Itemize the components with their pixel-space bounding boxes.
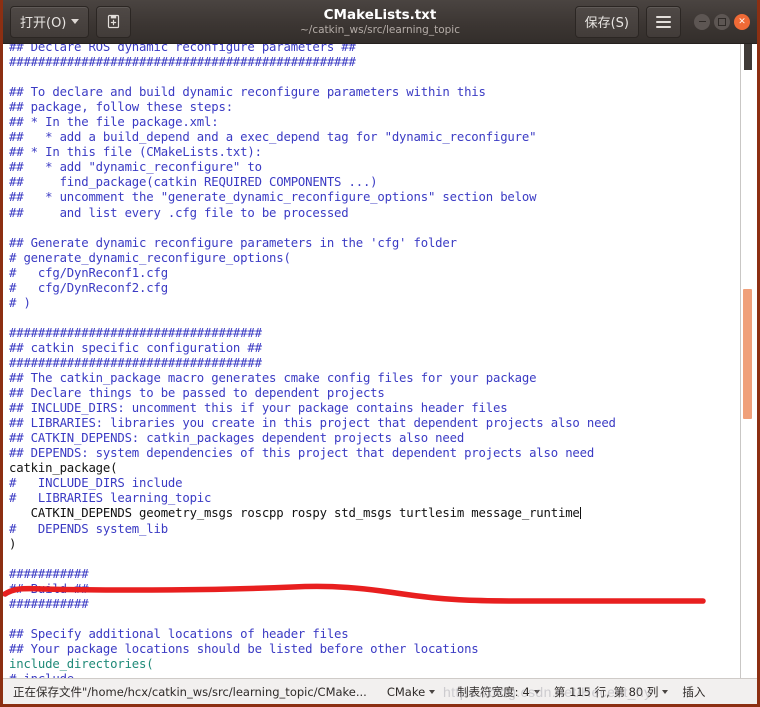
cursor-position-label: 第 115 行, 第 80 列 — [553, 684, 659, 699]
code-line: # DEPENDS system_lib — [9, 521, 168, 536]
save-button-label: 保存(S) — [584, 16, 629, 31]
statusbar: 正在保存文件"/home/hcx/catkin_ws/src/learning_… — [3, 678, 757, 704]
maximize-button[interactable] — [714, 13, 730, 30]
chevron-down-icon — [71, 19, 80, 24]
titlebar: 打开(O) CMakeLists.txt ~/catkin_ws/src/lea… — [3, 0, 757, 44]
scrollbar-thumb[interactable] — [743, 289, 752, 419]
code-line: # INCLUDE_DIRS include — [9, 476, 183, 491]
tab-width-label: 制表符宽度: — [457, 684, 519, 699]
gedit-window: 打开(O) CMakeLists.txt ~/catkin_ws/src/lea… — [0, 0, 760, 707]
main-menu-button[interactable] — [646, 5, 681, 38]
chevron-down-icon — [662, 689, 669, 694]
tab-width-selector[interactable]: 制表符宽度: 4 — [457, 684, 540, 700]
text-cursor — [579, 507, 581, 520]
code-line: ## and list every .cfg file to be proces… — [9, 205, 349, 220]
code-line: ## * In this file (CMakeLists.txt): — [9, 145, 262, 160]
titlebar-right-group: 保存(S) ✕ — [574, 5, 750, 38]
scrollbar-track-top — [744, 44, 752, 70]
file-path-subtitle: ~/catkin_ws/src/learning_topic — [299, 23, 460, 36]
insert-mode-label: 插入 — [682, 684, 706, 699]
code-line: ########### — [9, 566, 89, 581]
code-line: ## * uncomment the "generate_dynamic_rec… — [9, 190, 537, 205]
language-label: CMake — [386, 684, 426, 699]
code-line: ## * add "dynamic_reconfigure" to — [9, 160, 262, 175]
code-line: ########### — [9, 596, 89, 611]
titlebar-left-group: 打开(O) — [10, 5, 132, 38]
code-line: catkin_package( — [9, 461, 118, 476]
code-line: ## The catkin_package macro generates cm… — [9, 371, 537, 386]
code-line: ## LIBRARIES: libraries you create in th… — [9, 416, 616, 431]
code-line: ) — [9, 536, 17, 551]
code-line: ################################### — [9, 355, 262, 370]
hamburger-menu-icon — [656, 15, 671, 28]
chevron-down-icon — [429, 689, 436, 694]
code-line: ## Specify additional locations of heade… — [9, 626, 349, 641]
code-line: ## Declare things to be passed to depend… — [9, 386, 385, 401]
code-line: ## DEPENDS: system dependencies of this … — [9, 446, 595, 461]
code-line: ## Build ## — [9, 581, 89, 596]
code-line: # cfg/DynReconf1.cfg — [9, 265, 168, 280]
new-document-icon — [106, 14, 121, 29]
code-line: ## find_package(catkin REQUIRED COMPONEN… — [9, 175, 378, 190]
code-line: ## Your package locations should be list… — [9, 641, 479, 656]
code-line: # LIBRARIES learning_topic — [9, 491, 212, 506]
open-button-label: 打开(O) — [20, 16, 67, 31]
tab-width-value: 4 — [522, 684, 530, 699]
code-line: ## * add a build_depend and a exec_depen… — [9, 130, 537, 145]
new-document-button[interactable] — [96, 5, 132, 38]
code-line: ## catkin specific configuration ## — [9, 340, 262, 355]
code-line: ########################################… — [9, 55, 356, 70]
code-line: CATKIN_DEPENDS geometry_msgs roscpp rosp… — [9, 506, 581, 521]
code-line: # generate_dynamic_reconfigure_options( — [9, 250, 291, 265]
language-selector[interactable]: CMake — [386, 684, 436, 699]
open-button[interactable]: 打开(O) — [10, 5, 90, 38]
cursor-position-indicator[interactable]: 第 115 行, 第 80 列 — [554, 684, 669, 700]
code-line: ## package, follow these steps: — [9, 100, 233, 115]
chevron-down-icon — [533, 689, 540, 694]
code-line: # ) — [9, 295, 31, 310]
vertical-scrollbar[interactable] — [740, 44, 754, 678]
code-line: # cfg/DynReconf2.cfg — [9, 280, 168, 295]
save-button[interactable]: 保存(S) — [574, 5, 639, 38]
insert-mode-indicator[interactable]: 插入 — [682, 684, 705, 700]
code-line: ## CATKIN_DEPENDS: catkin_packages depen… — [9, 431, 465, 446]
page-title: CMakeLists.txt — [323, 6, 437, 23]
window-controls: ✕ — [694, 13, 750, 30]
code-text[interactable]: ## Declare ROS dynamic reconfigure param… — [9, 44, 735, 678]
code-line: ## Generate dynamic reconfigure paramete… — [9, 235, 457, 250]
code-line: include_directories( — [9, 656, 154, 671]
code-line: ## Declare ROS dynamic reconfigure param… — [9, 44, 356, 54]
code-line: ## INCLUDE_DIRS: uncomment this if your … — [9, 401, 508, 416]
code-line: ## * In the file package.xml: — [9, 115, 219, 130]
text-editor-area[interactable]: ## Declare ROS dynamic reconfigure param… — [3, 44, 757, 678]
code-line: ################################### — [9, 325, 262, 340]
file-status-text: 正在保存文件"/home/hcx/catkin_ws/src/learning_… — [13, 684, 367, 699]
close-button[interactable]: ✕ — [734, 13, 750, 30]
code-line: ## To declare and build dynamic reconfig… — [9, 85, 486, 100]
minimize-button[interactable] — [694, 13, 710, 30]
